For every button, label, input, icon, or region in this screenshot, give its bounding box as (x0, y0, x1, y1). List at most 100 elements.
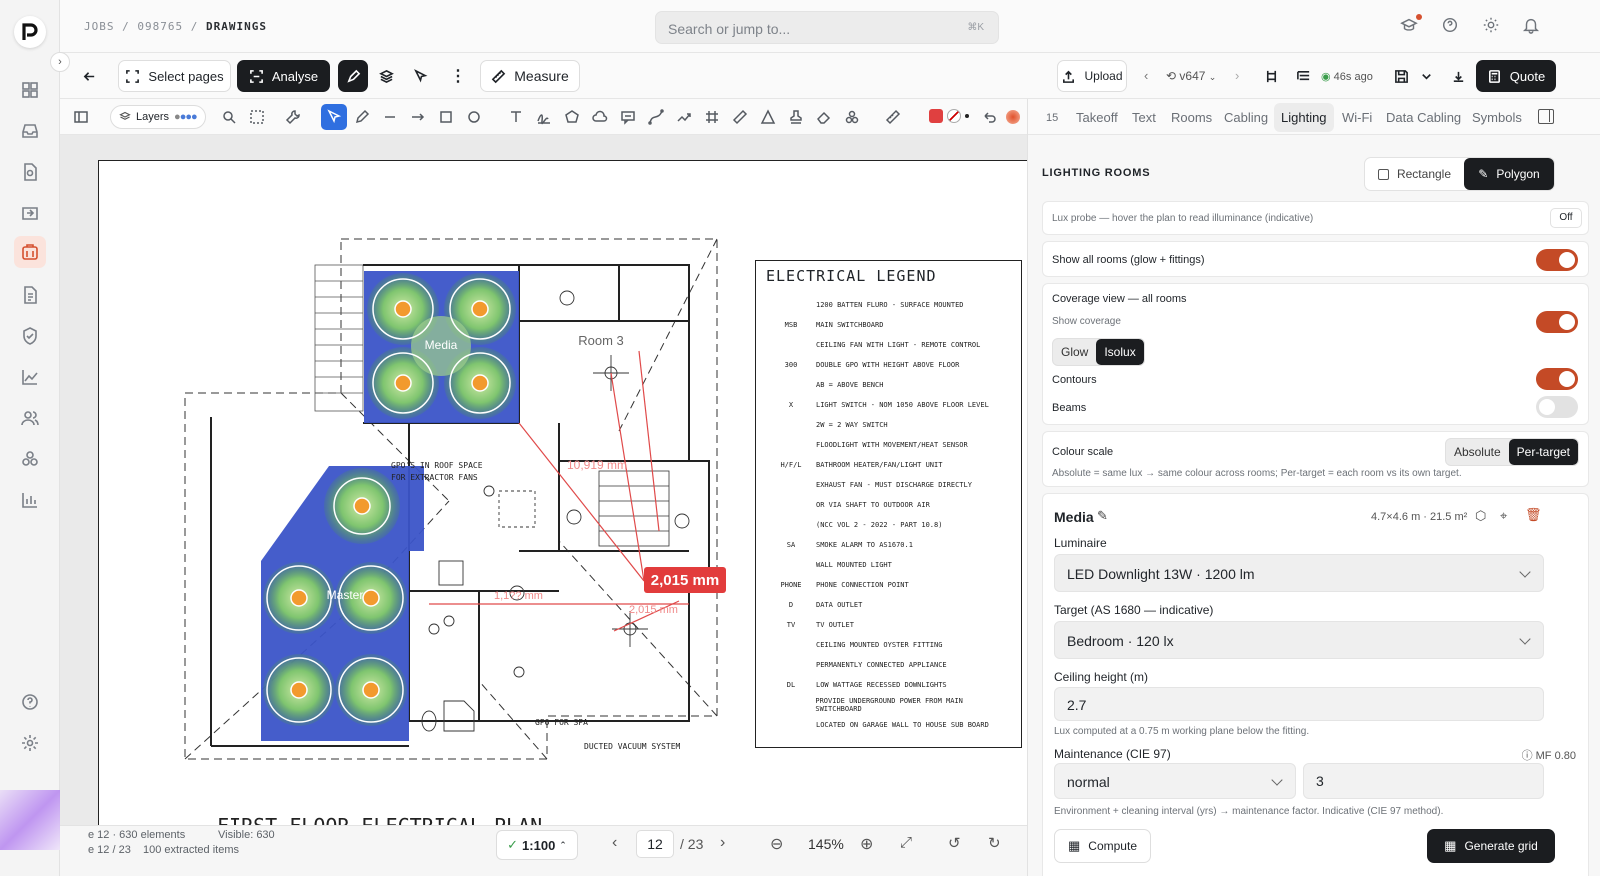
tab-symbols[interactable]: Symbols (1472, 110, 1522, 125)
pointer-mode-button[interactable] (406, 60, 434, 92)
dashboard-icon[interactable] (17, 77, 43, 103)
per-target-option[interactable]: Per-target (1508, 439, 1578, 465)
integrations-icon[interactable] (17, 446, 43, 472)
compare-icon[interactable] (1259, 60, 1283, 92)
chart-area-icon[interactable] (17, 364, 43, 390)
room-label-master[interactable]: Master (327, 588, 364, 602)
reports-icon[interactable] (17, 487, 43, 513)
download-icon[interactable] (1445, 60, 1471, 92)
prev-page-button[interactable]: ‹ (612, 834, 617, 852)
undo-icon[interactable] (978, 106, 1000, 128)
app-logo[interactable] (14, 16, 46, 48)
measurement-tag[interactable]: 2,015 mm (651, 572, 719, 589)
version-selector[interactable]: ⟲ v647 ⌄ (1166, 69, 1216, 83)
cleaning-interval-input[interactable]: 3 (1303, 763, 1544, 799)
import-icon[interactable] (17, 200, 43, 226)
select-pages-button[interactable]: Select pages (118, 60, 231, 92)
tab-text[interactable]: Text (1132, 110, 1156, 125)
settings-gear-icon[interactable] (17, 730, 43, 756)
wrench-icon[interactable] (282, 106, 304, 128)
curve-tool-icon[interactable] (645, 106, 667, 128)
document-icon[interactable] (17, 282, 43, 308)
locate-pin-icon[interactable]: ⌖ (1500, 508, 1507, 524)
scale-selector[interactable]: ✓ 1:100 ⌃ (496, 830, 578, 860)
lux-probe-toggle[interactable]: Off (1550, 208, 1582, 228)
upload-button[interactable]: Upload (1057, 60, 1127, 92)
search-input[interactable]: Search or jump to... ⌘K (655, 11, 999, 44)
room-label-media[interactable]: Media (425, 338, 458, 352)
room-label-room3[interactable]: Room 3 (578, 333, 624, 348)
grid-hash-icon[interactable] (701, 106, 723, 128)
breadcrumb-job-id[interactable]: 098765 (137, 20, 183, 33)
refresh-icon[interactable]: ↻ (988, 834, 1001, 852)
zoom-level[interactable]: 145% (808, 836, 844, 852)
stroke-width-dot[interactable] (965, 114, 969, 118)
next-version-icon[interactable]: › (1235, 68, 1239, 83)
save-menu-chevron-icon[interactable] (1416, 60, 1436, 92)
prev-version-icon[interactable]: ‹ (1144, 68, 1148, 83)
zoom-search-icon[interactable] (218, 106, 240, 128)
no-fill-icon[interactable] (947, 109, 961, 123)
panel-collapse-icon[interactable] (1538, 109, 1554, 124)
area-tool-icon[interactable] (757, 106, 779, 128)
environment-select[interactable]: normal (1054, 763, 1296, 799)
zoom-out-icon[interactable]: ⊖ (770, 834, 783, 854)
next-page-button[interactable]: › (720, 834, 725, 852)
tab-takeoff[interactable]: Takeoff (1076, 110, 1118, 125)
quote-button[interactable]: Quote (1476, 60, 1556, 92)
analyse-button[interactable]: Analyse (237, 60, 330, 92)
ceiling-height-input[interactable]: 2.7 (1054, 687, 1544, 721)
stamp-tool-icon[interactable] (785, 106, 807, 128)
rectangle-option[interactable]: Rectangle (1365, 158, 1464, 190)
luminaire-select[interactable]: LED Downlight 13W · 1200 lm (1054, 554, 1544, 592)
support-icon[interactable] (1441, 16, 1463, 38)
cube-3d-icon[interactable]: ⬡ (1475, 508, 1486, 524)
search-doc-icon[interactable] (17, 159, 43, 185)
tab-cabling[interactable]: Cabling (1224, 110, 1268, 125)
shield-icon[interactable] (17, 323, 43, 349)
text-tool-icon[interactable] (505, 106, 527, 128)
drawings-icon[interactable] (14, 236, 46, 268)
collapse-rail-button[interactable]: › (50, 52, 70, 72)
more-menu-button[interactable]: ⋮ (448, 60, 468, 92)
notifications-bell-icon[interactable] (1522, 16, 1544, 38)
users-icon[interactable] (17, 405, 43, 431)
breadcrumb-jobs[interactable]: JOBS (84, 20, 115, 33)
symbols-tool-icon[interactable] (841, 106, 863, 128)
tab-lighting[interactable]: Lighting (1274, 103, 1334, 132)
drawing-canvas[interactable]: 2,015 mm 10,919 mm 1,1?? mm 2,015 mm Med… (60, 135, 1027, 831)
beams-toggle[interactable] (1536, 396, 1578, 418)
tab-data-cabling[interactable]: Data Cabling (1386, 110, 1461, 125)
show-all-toggle[interactable] (1536, 249, 1578, 271)
rotate-left-icon[interactable]: ↺ (948, 834, 961, 852)
polygon-option[interactable]: ✎ Polygon (1464, 158, 1554, 190)
list-tree-icon[interactable] (1291, 60, 1315, 92)
page-number-input[interactable]: 12 (636, 830, 674, 858)
layers-toggle-button[interactable] (372, 60, 400, 92)
callout-tool-icon[interactable] (617, 106, 639, 128)
measure-button[interactable]: Measure (480, 60, 580, 92)
edit-pencil-icon[interactable]: ✎ (1097, 508, 1108, 524)
delete-trash-icon[interactable]: 🗑 (1525, 507, 1542, 523)
eraser-tool-icon[interactable] (813, 106, 835, 128)
learn-icon[interactable] (1400, 14, 1422, 38)
theme-sun-icon[interactable] (1482, 16, 1504, 38)
ruler-calibrate-icon[interactable] (882, 106, 904, 128)
measure-tool-icon[interactable] (729, 106, 751, 128)
help-icon[interactable] (17, 689, 43, 715)
isolux-option[interactable]: Isolux (1096, 339, 1144, 365)
marquee-select-icon[interactable] (246, 106, 268, 128)
back-button[interactable] (76, 60, 102, 92)
rectangle-tool-icon[interactable] (435, 106, 457, 128)
select-arrow-tool[interactable] (321, 104, 347, 130)
tab-rooms[interactable]: Rooms (1171, 110, 1212, 125)
line-tool-icon[interactable] (379, 106, 401, 128)
cloud-tool-icon[interactable] (589, 106, 611, 128)
draw-mode-button[interactable] (338, 60, 368, 92)
glow-option[interactable]: Glow (1053, 339, 1096, 365)
target-select[interactable]: Bedroom · 120 lx (1054, 621, 1544, 659)
record-indicator-icon[interactable] (1006, 110, 1020, 124)
arrow-tool-icon[interactable] (407, 106, 429, 128)
fit-screen-icon[interactable]: ⤢ (900, 834, 912, 851)
generate-grid-button[interactable]: ▦ Generate grid (1427, 829, 1555, 863)
